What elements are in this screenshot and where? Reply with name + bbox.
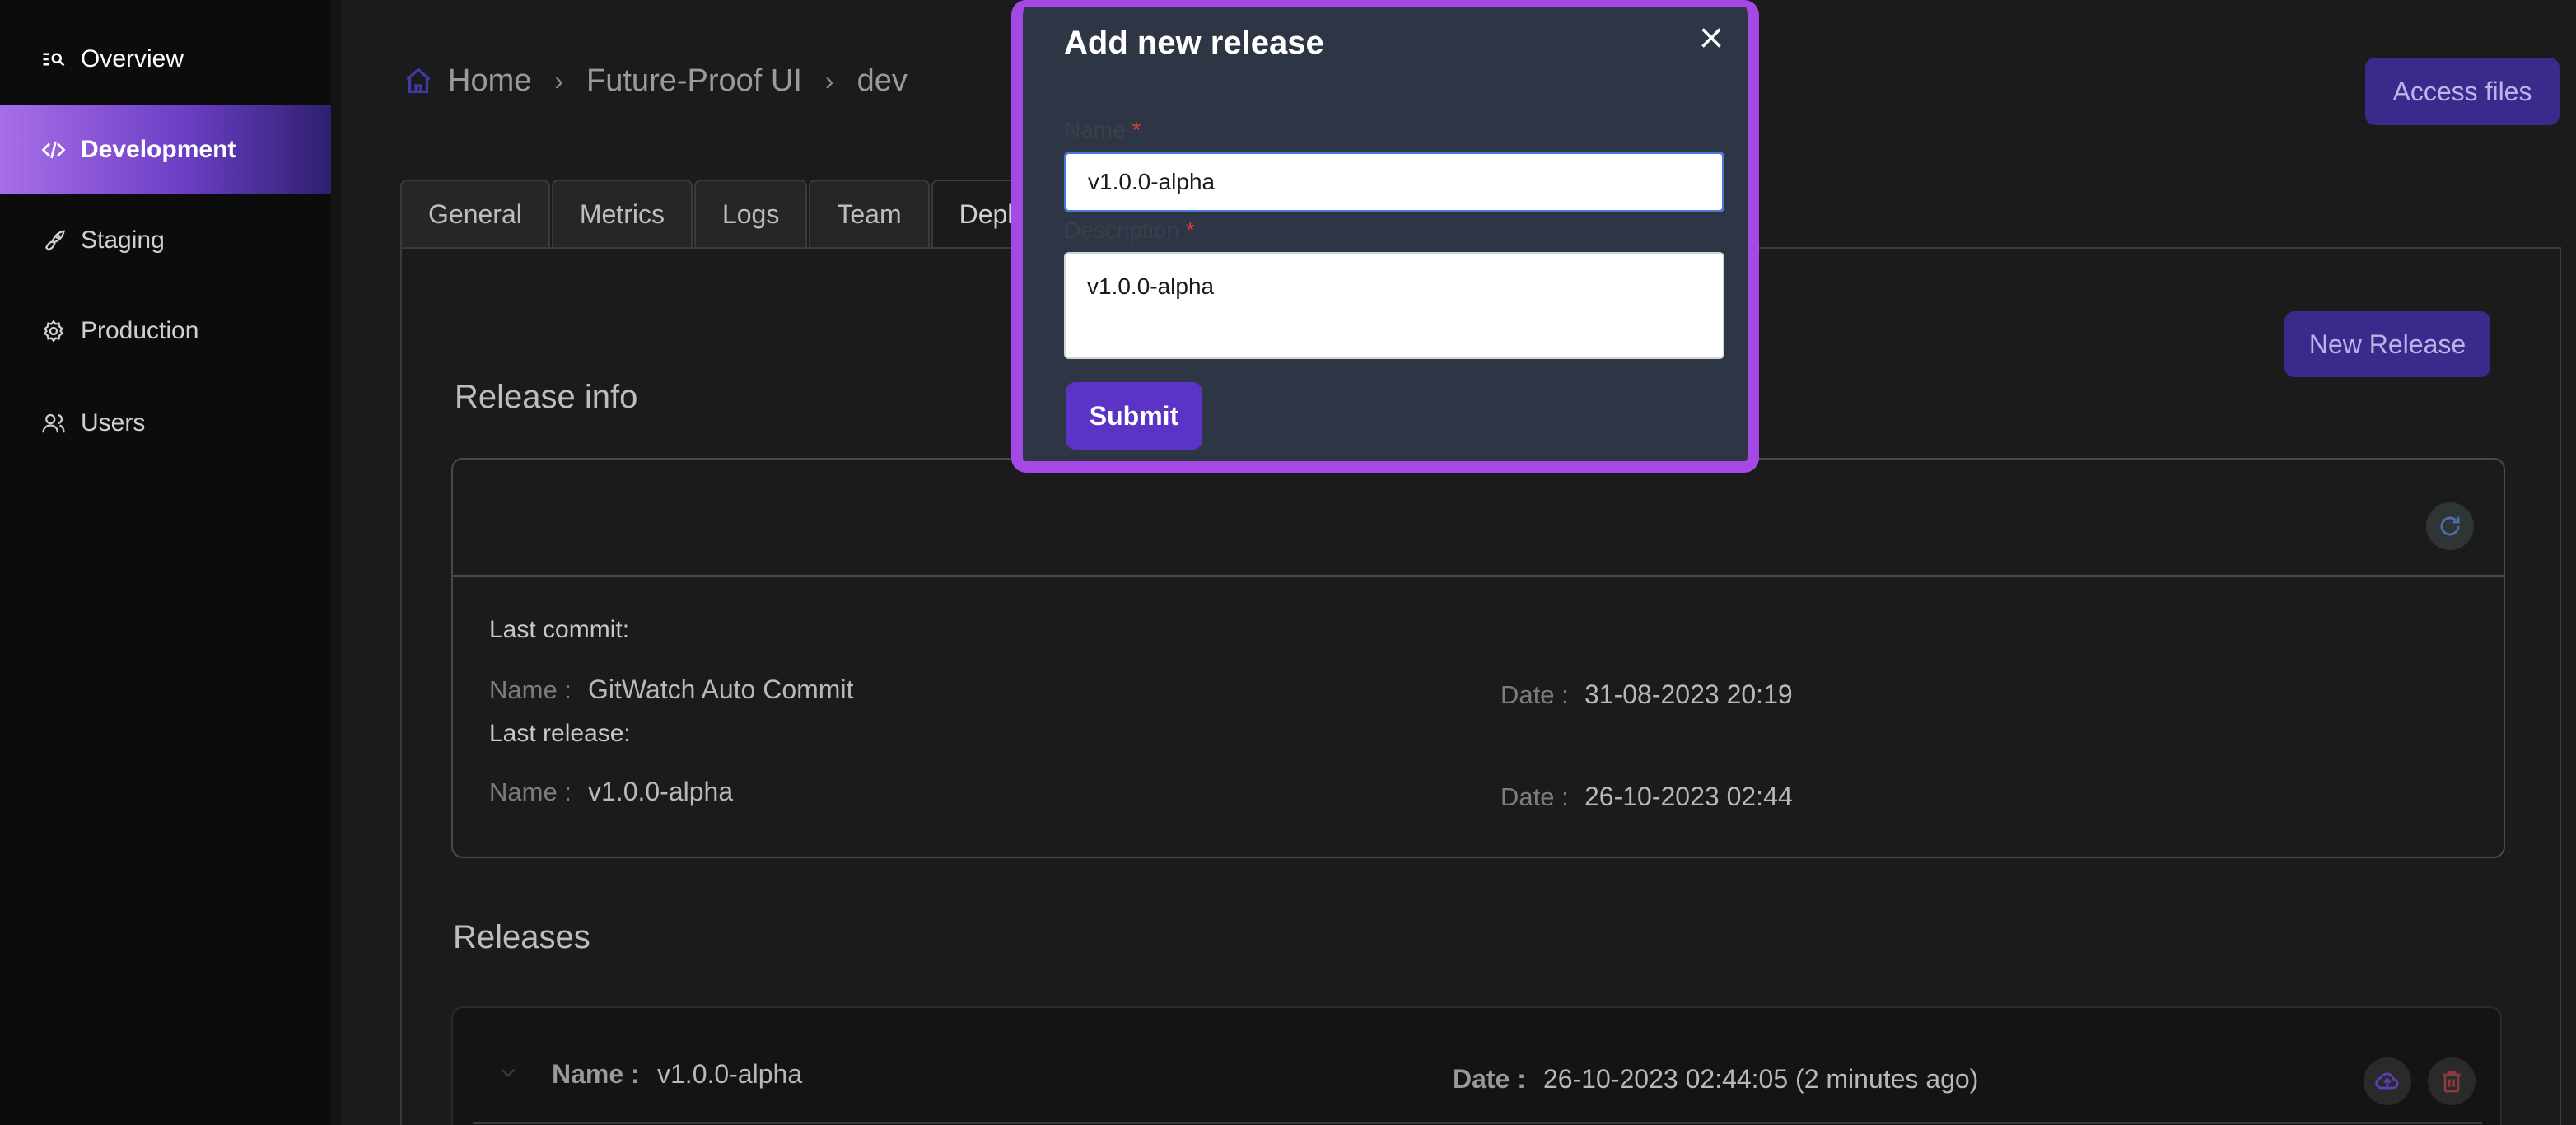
description-field-label: Description * [1064, 217, 1195, 244]
releases-title: Releases [453, 919, 590, 955]
rocket-icon [40, 226, 68, 254]
cloud-upload-icon [2375, 1072, 2399, 1090]
trash-icon [2443, 1071, 2461, 1093]
overview-icon [40, 45, 68, 73]
card-divider [453, 575, 2504, 577]
last-commit-date-label: Date : [1500, 680, 1569, 709]
refresh-icon [2440, 516, 2460, 536]
sidebar-item-staging[interactable]: Staging [0, 196, 331, 285]
release-divider [473, 1122, 2482, 1124]
release-name-label: Name : [552, 1059, 640, 1089]
name-input[interactable] [1064, 152, 1724, 212]
sidebar-item-label: Production [81, 317, 199, 344]
app-root: Overview Development Staging Production … [0, 0, 2576, 1125]
code-icon [40, 136, 68, 164]
tab-bar: General Metrics Logs Team Deplo [400, 180, 1057, 247]
users-icon [40, 409, 68, 437]
chevron-down-icon[interactable] [497, 1062, 519, 1084]
required-marker: * [1185, 217, 1195, 243]
tab-general[interactable]: General [400, 180, 550, 247]
release-name: v1.0.0-alpha [657, 1059, 803, 1089]
sidebar-item-label: Overview [81, 45, 184, 72]
breadcrumb-home[interactable]: Home [448, 63, 531, 99]
required-marker: * [1132, 117, 1141, 142]
sidebar: Overview Development Staging Production … [0, 0, 331, 1125]
close-icon[interactable] [1696, 23, 1726, 53]
sidebar-item-development[interactable]: Development [0, 105, 331, 194]
name-field-label: Name * [1064, 117, 1141, 143]
deploy-button[interactable] [2364, 1057, 2411, 1105]
last-commit-label: Last commit: [489, 616, 630, 643]
refresh-button[interactable] [2426, 502, 2474, 550]
release-date-label: Date : [1453, 1064, 1526, 1094]
last-release-name: v1.0.0-alpha [588, 777, 734, 806]
sidebar-item-label: Development [81, 136, 236, 163]
new-release-button[interactable]: New Release [2284, 311, 2490, 377]
tab-team[interactable]: Team [809, 180, 930, 247]
submit-button[interactable]: Submit [1066, 382, 1202, 450]
name-label-text: Name [1064, 117, 1126, 142]
sidebar-item-label: Staging [81, 226, 165, 254]
last-release-name-label: Name : [489, 777, 572, 806]
last-release-label: Last release: [489, 720, 631, 747]
last-commit-date: 31-08-2023 20:19 [1584, 679, 1793, 709]
last-commit-name-label: Name : [489, 675, 572, 704]
tab-logs[interactable]: Logs [693, 180, 808, 247]
chevron-right-icon: › [554, 65, 564, 96]
gear-icon [40, 317, 68, 345]
delete-button[interactable] [2428, 1057, 2476, 1105]
release-info-title: Release info [455, 379, 638, 415]
sidebar-item-users[interactable]: Users [0, 379, 331, 468]
last-release-date: 26-10-2023 02:44 [1584, 782, 1793, 811]
modal-title: Add new release [1064, 25, 1324, 61]
sidebar-divider [331, 0, 341, 1125]
description-textarea[interactable]: v1.0.0-alpha [1064, 252, 1724, 359]
description-label-text: Description [1064, 217, 1180, 243]
sidebar-item-overview[interactable]: Overview [0, 15, 331, 104]
release-info-card [451, 458, 2505, 858]
breadcrumb-env: dev [856, 63, 908, 98]
sidebar-item-label: Users [81, 409, 146, 436]
last-commit-name: GitWatch Auto Commit [588, 675, 854, 704]
breadcrumb-project[interactable]: Future-Proof UI [586, 63, 802, 99]
tab-metrics[interactable]: Metrics [551, 180, 693, 247]
sidebar-item-production[interactable]: Production [0, 287, 331, 376]
add-release-modal: Add new release Name * Description * v1.… [1011, 0, 1759, 473]
last-release-date-label: Date : [1500, 782, 1569, 811]
release-date: 26-10-2023 02:44:05 (2 minutes ago) [1543, 1064, 1979, 1094]
home-icon[interactable] [404, 66, 433, 96]
chevron-right-icon: › [824, 65, 834, 96]
access-files-button[interactable]: Access files [2365, 58, 2560, 125]
breadcrumb: Home › Future-Proof UI › dev [404, 58, 908, 104]
